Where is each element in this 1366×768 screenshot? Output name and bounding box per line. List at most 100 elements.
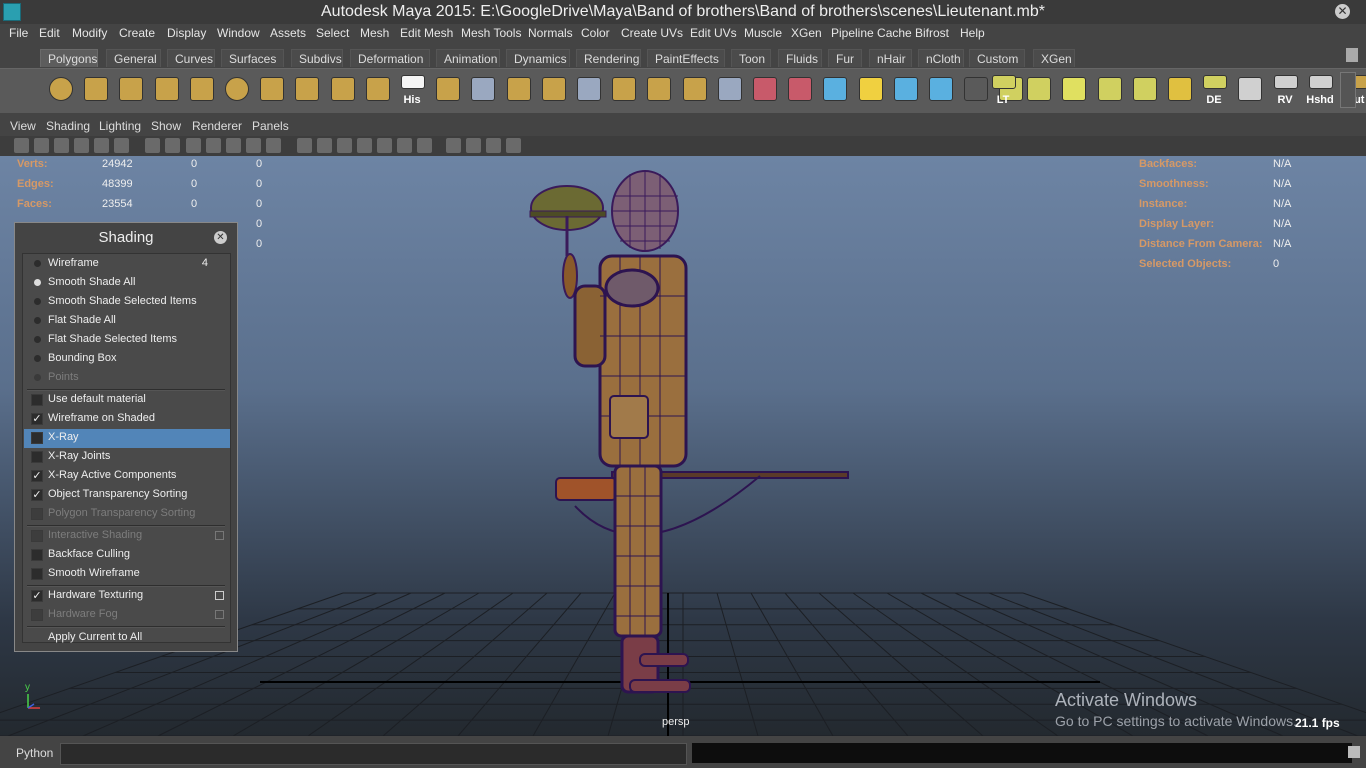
radio-flat-shade-selected-items[interactable]: Flat Shade Selected Items	[24, 331, 230, 350]
check-object-transparency-sorting[interactable]: ✓ Object Transparency Sorting	[24, 486, 230, 505]
tab-deformation[interactable]: Deformation	[350, 49, 430, 67]
shadows-icon[interactable]	[377, 138, 392, 153]
smooth-icon[interactable]	[431, 72, 463, 106]
bridge-icon[interactable]	[502, 72, 534, 106]
smooth-shade-icon[interactable]	[317, 138, 332, 153]
poly-pyramid-icon[interactable]	[255, 72, 287, 106]
panel-menu-renderer[interactable]: Renderer	[192, 119, 242, 133]
poly-cube-icon[interactable]	[79, 72, 111, 106]
tab-general[interactable]: General	[106, 49, 161, 67]
menu-create-uvs[interactable]: Create UVs	[621, 26, 683, 40]
radio-flat-shade-all[interactable]: Flat Shade All	[24, 312, 230, 331]
menu-mesh-tools[interactable]: Mesh Tools	[461, 26, 521, 40]
ambient-occlusion-icon[interactable]	[397, 138, 412, 153]
grid-icon[interactable]	[145, 138, 160, 153]
tab-subdivs[interactable]: Subdivs	[291, 49, 343, 67]
panel-menu-shading[interactable]: Shading	[46, 119, 90, 133]
camera-attr-icon[interactable]	[34, 138, 49, 153]
uv-editor-icon[interactable]	[1163, 72, 1195, 106]
pivot-icon[interactable]	[924, 72, 956, 106]
checkbox[interactable]	[31, 394, 43, 406]
tab-fluids[interactable]: Fluids	[778, 49, 822, 67]
combine-icon[interactable]	[361, 72, 393, 106]
lt-icon[interactable]: LT	[987, 72, 1019, 106]
option-box-icon[interactable]	[215, 591, 224, 600]
gate-mask-icon[interactable]	[206, 138, 221, 153]
menu-edit-mesh[interactable]: Edit Mesh	[400, 26, 453, 40]
paint-icon[interactable]	[854, 72, 886, 106]
grease-pencil-icon[interactable]	[114, 138, 129, 153]
tab-polygons[interactable]: Polygons	[40, 49, 98, 67]
shelf-scroll-arrows[interactable]	[1340, 72, 1356, 108]
poly-sphere-icon[interactable]	[44, 72, 76, 106]
check-x-ray[interactable]: X-Ray	[24, 429, 230, 448]
xray-active-icon[interactable]	[466, 138, 481, 153]
check-hardware-texturing[interactable]: ✓ Hardware Texturing	[24, 587, 230, 606]
checkbox[interactable]	[31, 508, 43, 520]
menu-normals[interactable]: Normals	[528, 26, 573, 40]
checkbox[interactable]: ✓	[31, 413, 43, 425]
menu-help[interactable]: Help	[960, 26, 985, 40]
use-lights-icon[interactable]	[357, 138, 372, 153]
menu-assets[interactable]: Assets	[270, 26, 306, 40]
script-editor-icon[interactable]	[1348, 746, 1360, 758]
field-chart-icon[interactable]	[226, 138, 241, 153]
checkbox[interactable]: ✓	[31, 489, 43, 501]
check-use-default-material[interactable]: Use default material	[24, 391, 230, 410]
checkbox[interactable]	[31, 530, 43, 542]
rv-icon[interactable]: RV	[1269, 72, 1301, 106]
menu-color[interactable]: Color	[581, 26, 610, 40]
option-box-icon[interactable]	[215, 610, 224, 619]
bookmark-icon[interactable]	[54, 138, 69, 153]
uv-planar-icon[interactable]	[1022, 72, 1054, 106]
create-polygon-icon[interactable]	[326, 72, 358, 106]
command-language-label[interactable]: Python	[16, 746, 53, 760]
menu-xgen[interactable]: XGen	[791, 26, 822, 40]
append-icon[interactable]	[537, 72, 569, 106]
xray-icon[interactable]	[446, 138, 461, 153]
hshd-icon[interactable]: Hshd	[1304, 72, 1336, 106]
panel-menu-lighting[interactable]: Lighting	[99, 119, 141, 133]
poly-cylinder-icon[interactable]	[114, 72, 146, 106]
image-plane-icon[interactable]	[74, 138, 89, 153]
radio-bounding-box[interactable]: Bounding Box	[24, 350, 230, 369]
lattice-icon[interactable]	[889, 72, 921, 106]
menu-edit-uvs[interactable]: Edit UVs	[690, 26, 737, 40]
tab-fur[interactable]: Fur	[828, 49, 862, 67]
check-smooth-wireframe[interactable]: Smooth Wireframe	[24, 565, 230, 584]
menu-file[interactable]: File	[9, 26, 28, 40]
command-input[interactable]	[60, 743, 687, 765]
panel-menu-view[interactable]: View	[10, 119, 36, 133]
radio-smooth-shade-selected-items[interactable]: Smooth Shade Selected Items	[24, 293, 230, 312]
shading-panel-header[interactable]: Shading ✕	[15, 223, 237, 253]
menu-pipeline-cache[interactable]: Pipeline Cache	[831, 26, 912, 40]
sculpt-icon[interactable]	[818, 72, 850, 106]
radio-smooth-shade-all[interactable]: Smooth Shade All	[24, 274, 230, 293]
motion-blur-icon[interactable]	[417, 138, 432, 153]
menu-mesh[interactable]: Mesh	[360, 26, 389, 40]
checkbox[interactable]	[31, 609, 43, 621]
film-gate-icon[interactable]	[165, 138, 180, 153]
split-icon[interactable]	[572, 72, 604, 106]
tab-nhair[interactable]: nHair	[869, 49, 912, 67]
checkbox[interactable]	[31, 432, 43, 444]
uv-auto-icon[interactable]	[1128, 72, 1160, 106]
close-icon[interactable]: ✕	[1335, 4, 1350, 19]
checkbox[interactable]	[31, 451, 43, 463]
uv-unfold-icon[interactable]	[1233, 72, 1265, 106]
merge-icon[interactable]	[678, 72, 710, 106]
poly-cone-icon[interactable]	[150, 72, 182, 106]
poly-torus-icon[interactable]	[220, 72, 252, 106]
close-icon[interactable]: ✕	[214, 231, 227, 244]
wireframe-icon[interactable]	[297, 138, 312, 153]
2d-pan-icon[interactable]	[94, 138, 109, 153]
offset-edge-icon[interactable]	[642, 72, 674, 106]
tab-rendering[interactable]: Rendering	[576, 49, 641, 67]
camera-select-icon[interactable]	[14, 138, 29, 153]
panel-menu-panels[interactable]: Panels	[252, 119, 289, 133]
menu-select[interactable]: Select	[316, 26, 349, 40]
tab-animation[interactable]: Animation	[436, 49, 500, 67]
menu-display[interactable]: Display	[167, 26, 206, 40]
tab-painteffects[interactable]: PaintEffects	[647, 49, 725, 67]
radio-wireframe[interactable]: Wireframe 4	[24, 255, 230, 274]
